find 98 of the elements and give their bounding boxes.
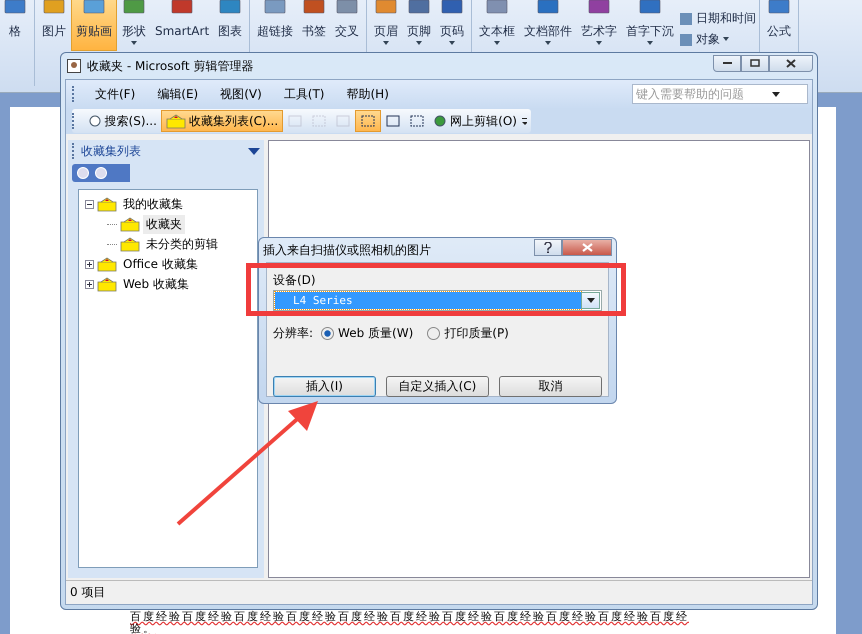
radio-option[interactable]: 打印质量(P) xyxy=(427,325,509,342)
ribbon-icon xyxy=(536,0,560,14)
ribbon-icon xyxy=(407,0,432,14)
tree-item[interactable]: Office 收藏集 xyxy=(120,254,201,274)
toolbar-button[interactable]: 搜索(S)... xyxy=(84,110,161,132)
dialog-button[interactable]: 插入(I) xyxy=(273,376,376,397)
tree-item[interactable]: 收藏夹 xyxy=(143,214,185,234)
folder-icon xyxy=(120,236,140,252)
object-icon xyxy=(679,12,694,26)
close-button[interactable] xyxy=(769,54,813,72)
expand-toggle[interactable] xyxy=(85,280,94,288)
ribbon-icon xyxy=(302,0,326,14)
ribbon-button[interactable]: 图片 xyxy=(38,0,70,51)
caret-icon xyxy=(586,298,594,303)
dialog-title: 插入来自扫描仪或照相机的图片 xyxy=(263,242,432,258)
ribbon-button[interactable]: 形状 xyxy=(118,0,150,51)
ribbon-icon xyxy=(767,0,792,14)
menu-item[interactable]: 文件(F) xyxy=(84,86,146,102)
ribbon-icon xyxy=(170,0,194,14)
folder-icon xyxy=(97,196,117,212)
expand-toggle[interactable] xyxy=(85,260,94,268)
window-title: 收藏夹 - Microsoft 剪辑管理器 xyxy=(87,58,254,74)
ribbon-icon xyxy=(374,0,398,14)
radio-selected[interactable] xyxy=(321,327,334,340)
ribbon-icon xyxy=(82,0,106,14)
ribbon-icon xyxy=(587,0,612,14)
globe-icon xyxy=(433,114,448,128)
folder-icon xyxy=(166,114,186,128)
folder-icon xyxy=(97,276,117,292)
maximize-icon xyxy=(750,59,760,67)
tree-item[interactable]: 未分类的剪辑 xyxy=(143,234,221,254)
maximize-button[interactable] xyxy=(741,54,769,72)
ribbon-button[interactable]: 书签 xyxy=(298,0,330,51)
tree-item[interactable]: 我的收藏集 xyxy=(120,194,186,214)
toolbar-icon xyxy=(360,114,376,128)
toolbar-icon xyxy=(287,114,304,128)
toolbar-icon xyxy=(311,114,328,128)
forward-button[interactable] xyxy=(95,167,107,179)
ribbon-icon xyxy=(3,0,27,14)
ribbon-icon xyxy=(638,0,662,14)
menu-item[interactable]: 工具(T) xyxy=(272,86,336,102)
ribbon-icon xyxy=(218,0,242,14)
toolbar-icon xyxy=(385,114,402,128)
ribbon-icon xyxy=(440,0,464,14)
dialog-button[interactable]: 取消 xyxy=(499,376,602,397)
toolbar-button[interactable] xyxy=(355,110,382,132)
ribbon-button[interactable]: 页码 xyxy=(436,0,468,51)
folder-icon xyxy=(120,216,140,232)
help-button[interactable] xyxy=(534,238,562,256)
pane-title: 收藏集列表 xyxy=(81,142,142,160)
ribbon-button[interactable]: 图表 xyxy=(214,0,246,51)
radio-unselected[interactable] xyxy=(427,327,440,340)
ribbon-button[interactable]: 艺术字 xyxy=(577,0,622,51)
ribbon-button[interactable]: 页眉 xyxy=(370,0,402,51)
back-button[interactable] xyxy=(77,167,89,179)
ribbon-button[interactable]: 公式 xyxy=(763,0,796,51)
menu-item[interactable]: 帮助(H) xyxy=(336,86,400,102)
menu-item[interactable]: 编辑(E) xyxy=(146,86,210,102)
dialog-button[interactable]: 自定义插入(C) xyxy=(386,376,489,397)
ribbon-button[interactable]: 文本框 xyxy=(475,0,520,51)
tree-item[interactable]: Web 收藏集 xyxy=(120,274,192,294)
minimize-icon xyxy=(722,62,732,64)
collapse-toggle[interactable] xyxy=(85,200,94,208)
ribbon-icon xyxy=(485,0,510,14)
ribbon-button[interactable]: 页脚 xyxy=(403,0,436,51)
menu-item[interactable]: 视图(V) xyxy=(209,86,273,102)
ribbon-button[interactable]: 剪贴画 xyxy=(71,0,117,51)
ribbon-icon xyxy=(335,0,360,14)
field-label: 分辨率: xyxy=(273,325,314,342)
close-icon xyxy=(582,242,592,252)
ribbon-button[interactable]: 文档部件 xyxy=(520,0,576,51)
close-icon xyxy=(786,58,796,68)
ribbon-icon xyxy=(122,0,146,14)
ribbon-button[interactable]: 对象 xyxy=(679,31,756,48)
toolbar-icon xyxy=(409,114,426,128)
document-text: 验。 xyxy=(130,623,157,634)
overflow-icon[interactable] xyxy=(520,116,527,126)
app-icon xyxy=(67,59,81,73)
ribbon-icon xyxy=(263,0,288,14)
field-label: 设备(D) xyxy=(273,272,316,289)
object-icon xyxy=(679,32,694,46)
ribbon-button[interactable]: 格 xyxy=(0,0,31,51)
ribbon-button[interactable]: 超链接 xyxy=(253,0,298,51)
help-icon xyxy=(544,242,552,252)
ribbon-button[interactable]: SmartArt xyxy=(151,0,214,51)
document-text: 百度经验百度经验百度经验百度经验百度经验百度经验百度经验百度经验百度经验百度经验百度经 xyxy=(130,611,689,623)
ribbon-button[interactable]: 日期和时间 xyxy=(679,10,756,27)
toolbar-icon xyxy=(335,114,352,128)
ribbon-button[interactable]: 首字下沉 xyxy=(622,0,678,51)
toolbar-button[interactable]: 收藏集列表(C)... xyxy=(160,110,284,132)
ribbon-icon xyxy=(42,0,66,14)
ribbon-button[interactable]: 交叉 xyxy=(331,0,364,51)
toolbar-button[interactable]: 网上剪辑(O) xyxy=(429,110,521,132)
minimize-button[interactable] xyxy=(713,54,741,72)
radio-option[interactable]: Web 质量(W) xyxy=(321,325,414,342)
dropdown-icon[interactable] xyxy=(248,148,260,154)
status-text: 0 项目 xyxy=(70,584,106,601)
folder-icon xyxy=(97,256,117,272)
